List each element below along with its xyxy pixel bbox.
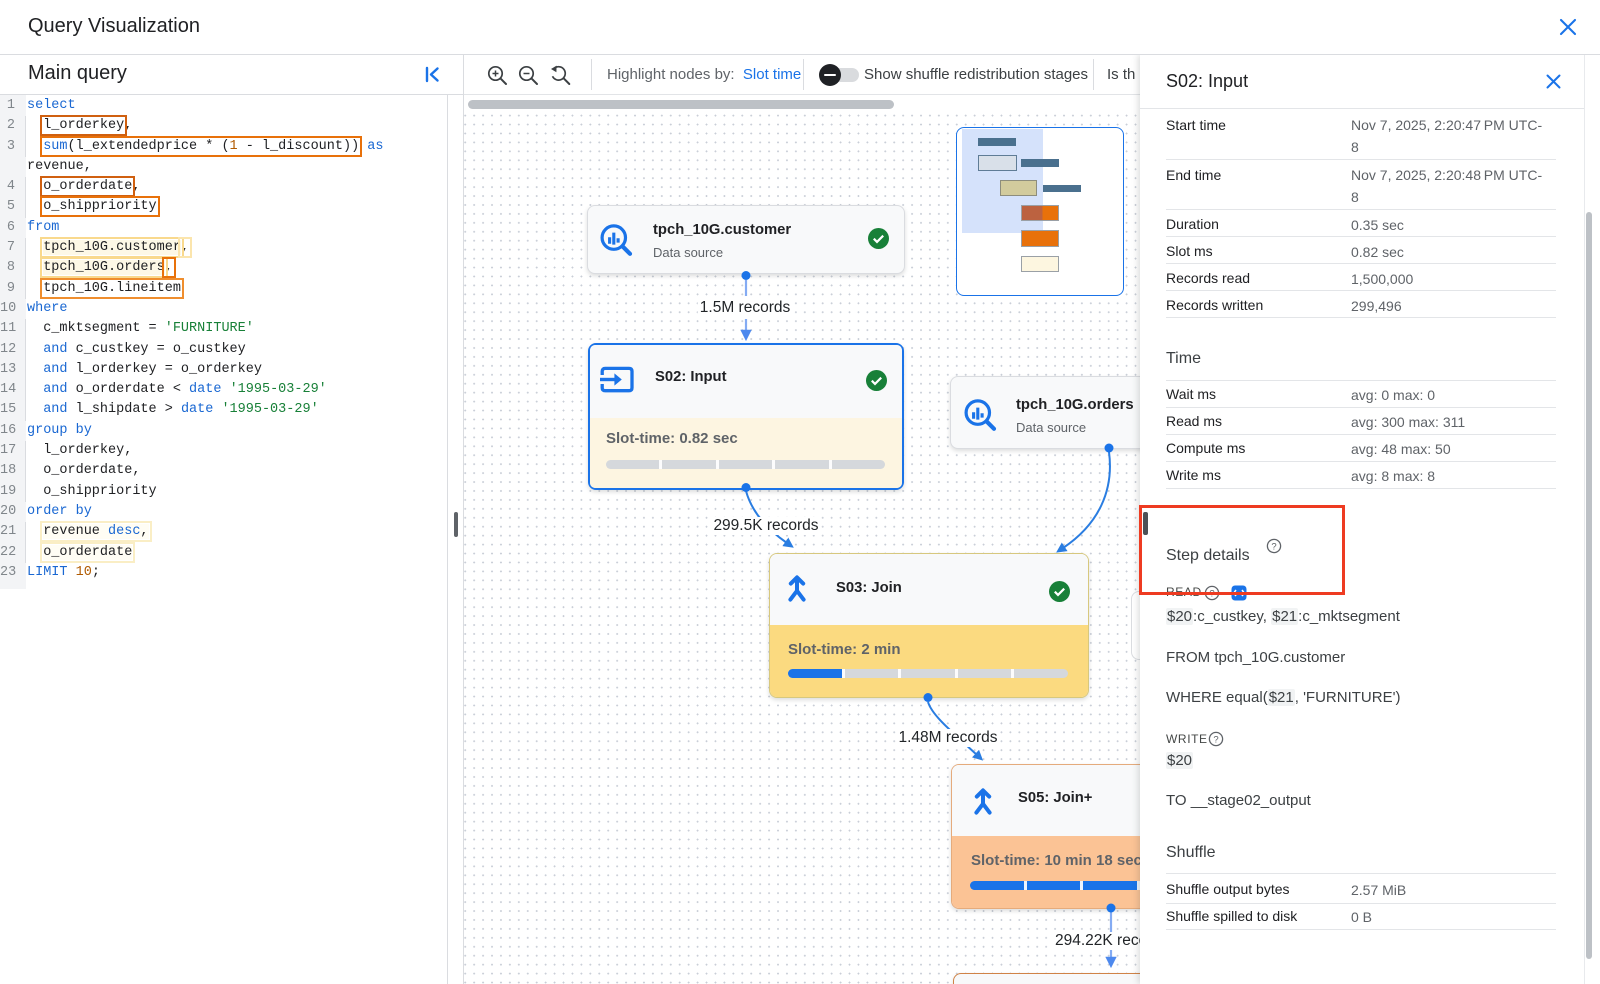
svg-text:?: ? [1213, 734, 1218, 745]
